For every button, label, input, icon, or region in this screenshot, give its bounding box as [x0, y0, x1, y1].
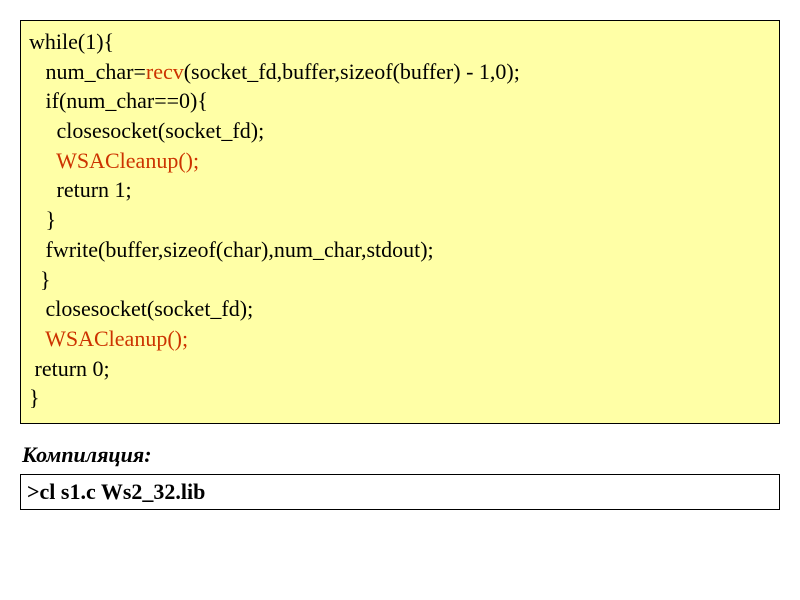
compile-command: >cl s1.c Ws2_32.lib [20, 474, 780, 510]
compile-label: Компиляция: [22, 442, 780, 468]
code-block: while(1){ num_char=recv(socket_fd,buffer… [20, 20, 780, 424]
code-line: fwrite(buffer,sizeof(char),num_char,stdo… [29, 237, 434, 262]
code-line: } [29, 385, 40, 410]
code-line: WSACleanup(); [29, 326, 188, 351]
slide: while(1){ num_char=recv(socket_fd,buffer… [0, 0, 800, 510]
code-line: closesocket(socket_fd); [29, 118, 264, 143]
code-line: WSACleanup(); [29, 148, 199, 173]
code-text [29, 326, 45, 351]
code-text: (socket_fd,buffer,sizeof(buffer) - 1,0); [184, 59, 520, 84]
code-keyword: WSACleanup(); [56, 148, 199, 173]
code-line: return 0; [29, 356, 110, 381]
code-line: while(1){ [29, 29, 114, 54]
code-line: num_char=recv(socket_fd,buffer,sizeof(bu… [29, 59, 520, 84]
code-line: if(num_char==0){ [29, 88, 208, 113]
code-keyword: WSACleanup(); [45, 326, 188, 351]
code-line: closesocket(socket_fd); [29, 296, 253, 321]
code-line: return 1; [29, 177, 132, 202]
code-line: } [29, 267, 51, 292]
code-line: } [29, 207, 56, 232]
code-keyword: recv [146, 59, 184, 84]
code-text: num_char= [29, 59, 146, 84]
code-text [29, 148, 56, 173]
